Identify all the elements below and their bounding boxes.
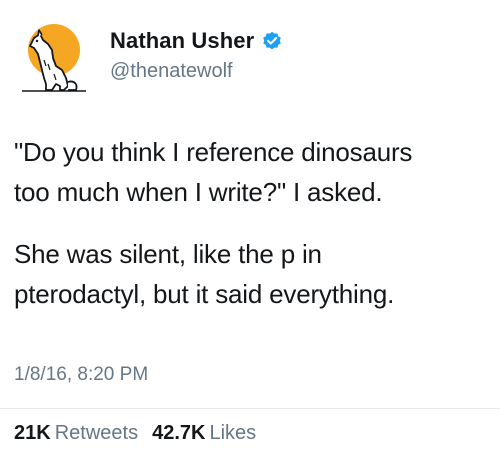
tweet-stats: 21K Retweets 42.7K Likes [14, 422, 256, 445]
author-display-name[interactable]: Nathan Usher [110, 28, 254, 54]
author-avatar[interactable] [16, 20, 92, 96]
likes-count: 42.7K [152, 422, 206, 444]
retweets-stat[interactable]: 21K Retweets [14, 422, 138, 445]
retweets-count: 21K [14, 422, 51, 444]
author-handle[interactable]: @thenatewolf [110, 60, 233, 83]
tweet-card: Nathan Usher @thenatewolf "Do you think … [0, 0, 500, 457]
retweets-label: Retweets [54, 422, 139, 444]
tweet-text-paragraph-2: She was silent, like the p in pterodacty… [14, 239, 395, 309]
howling-wolf-icon [22, 24, 86, 92]
likes-stat[interactable]: 42.7K Likes [152, 422, 256, 445]
stats-divider [0, 408, 500, 409]
tweet-text-paragraph-1: "Do you think I reference dinosaurs too … [14, 137, 413, 207]
likes-label: Likes [209, 422, 257, 444]
author-name-row[interactable]: Nathan Usher [110, 28, 282, 54]
tweet-timestamp[interactable]: 1/8/16, 8:20 PM [14, 364, 148, 386]
verified-badge-icon [262, 31, 282, 51]
